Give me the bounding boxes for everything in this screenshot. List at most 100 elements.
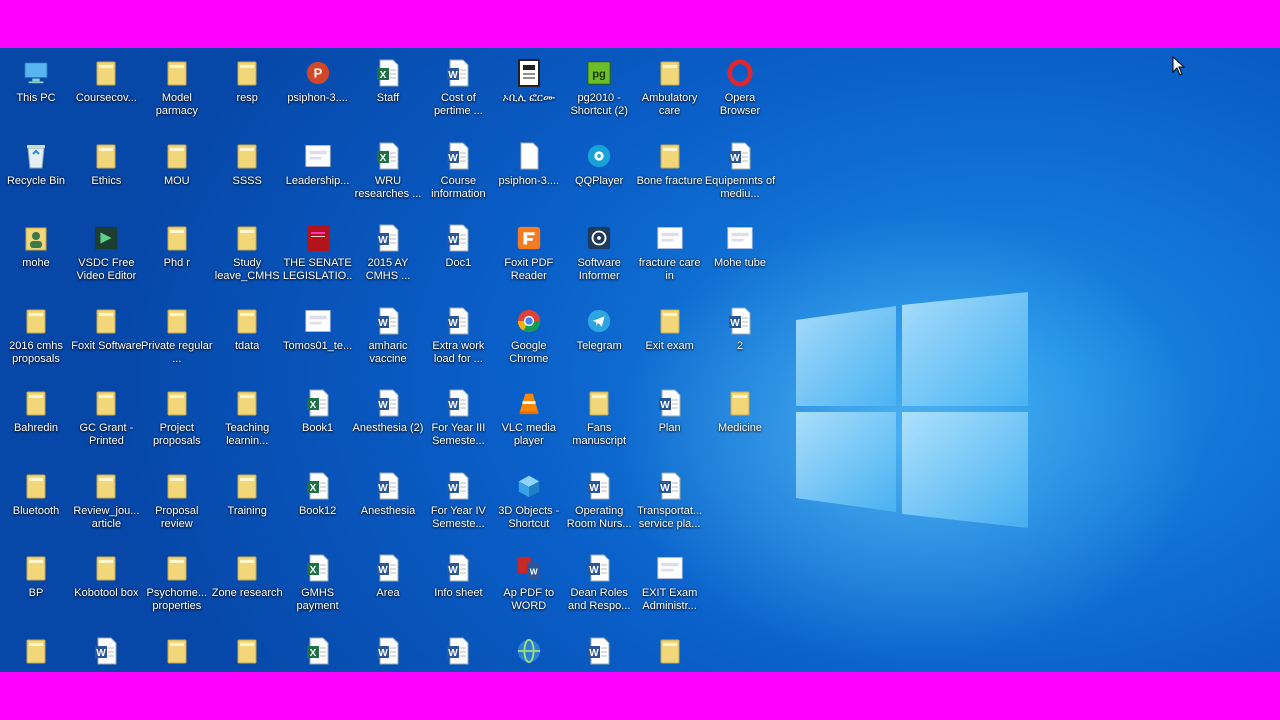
desktop-icon[interactable]: Private regular ...: [141, 300, 213, 380]
desktop-icon[interactable]: Leadership...: [282, 135, 354, 215]
desktop-icon[interactable]: MOU: [141, 135, 213, 215]
word-icon: W: [586, 471, 612, 501]
desktop-icon[interactable]: QQPlayer: [563, 135, 635, 215]
desktop-icon[interactable]: X Staff: [352, 52, 424, 132]
desktop-icon[interactable]: W: [422, 630, 494, 673]
desktop-icon[interactable]: W 2015 AY CMHS ...: [352, 217, 424, 297]
desktop-icon[interactable]: Zone research: [211, 547, 283, 627]
desktop-icon[interactable]: W For Year IV Semeste...: [422, 465, 494, 545]
desktop-icon[interactable]: BP: [0, 547, 72, 627]
desktop-icon[interactable]: Recycle Bin: [0, 135, 72, 215]
desktop-icon[interactable]: fracture care in: [634, 217, 706, 297]
desktop-icon[interactable]: X Book12: [282, 465, 354, 545]
desktop[interactable]: This PC Coursecov... Model parmacy resp Ppsi…: [0, 48, 1280, 672]
desktop-icon[interactable]: Medicine: [704, 382, 776, 462]
desktop-icon[interactable]: W: [563, 630, 635, 673]
folder-icon: [164, 306, 190, 336]
folder-icon: [164, 636, 190, 666]
desktop-icon[interactable]: W2: [704, 300, 776, 380]
desktop-icon[interactable]: Model parmacy: [141, 52, 213, 132]
desktop-icon[interactable]: mohe: [0, 217, 72, 297]
desktop-icon-label: Tomos01_te...: [283, 339, 353, 352]
desktop-icon[interactable]: Opera Browser: [704, 52, 776, 132]
desktop-icon[interactable]: Ppsiphon-3....: [282, 52, 354, 132]
desktop-icon[interactable]: [0, 630, 72, 673]
desktop-icon[interactable]: EXIT Exam Administr...: [634, 547, 706, 627]
desktop-icon[interactable]: Review_jou... article: [70, 465, 142, 545]
desktop-icon[interactable]: SSSS: [211, 135, 283, 215]
desktop-icon[interactable]: ኦቢሊ ፎርሙ: [493, 52, 565, 132]
folder-icon: [93, 306, 119, 336]
desktop-icon[interactable]: Psychome... properties: [141, 547, 213, 627]
desktop-icon[interactable]: W Course information: [422, 135, 494, 215]
desktop-icon[interactable]: Phd r: [141, 217, 213, 297]
desktop-icon-label: Ethics: [91, 174, 122, 187]
desktop-icon[interactable]: [211, 630, 283, 673]
desktop-icon[interactable]: resp: [211, 52, 283, 132]
desktop-icon[interactable]: VLC media player: [493, 382, 565, 462]
desktop-icon[interactable]: Bluetooth: [0, 465, 72, 545]
desktop-icon[interactable]: [493, 630, 565, 673]
desktop-icon[interactable]: W Doc1: [422, 217, 494, 297]
desktop-icon[interactable]: 3D Objects - Shortcut: [493, 465, 565, 545]
desktop-icon[interactable]: Training: [211, 465, 283, 545]
desktop-icon[interactable]: W Extra work load for ...: [422, 300, 494, 380]
desktop-icon[interactable]: W For Year III Semeste...: [422, 382, 494, 462]
desktop-icon[interactable]: Coursecov...: [70, 52, 142, 132]
image-icon: [657, 553, 683, 583]
desktop-icon[interactable]: W Dean Roles and Respo...: [563, 547, 635, 627]
desktop-icon[interactable]: X Book1: [282, 382, 354, 462]
desktop-icon[interactable]: Telegram: [563, 300, 635, 380]
desktop-icon[interactable]: VSDC Free Video Editor: [70, 217, 142, 297]
desktop-icon[interactable]: Mohe tube: [704, 217, 776, 297]
desktop-icon[interactable]: Kobotool box: [70, 547, 142, 627]
desktop-icon[interactable]: Project proposals: [141, 382, 213, 462]
desktop-icon[interactable]: This PC: [0, 52, 72, 132]
desktop-icon[interactable]: THE SENATE LEGISLATIO...: [282, 217, 354, 297]
desktop-icon[interactable]: X: [282, 630, 354, 673]
svg-text:W: W: [378, 400, 388, 411]
desktop-icon[interactable]: 2016 cmhs proposals: [0, 300, 72, 380]
desktop-icon[interactable]: Wamharic vaccine: [352, 300, 424, 380]
desktop-icon[interactable]: Google Chrome: [493, 300, 565, 380]
desktop-icon[interactable]: W Ap PDF to WORD: [493, 547, 565, 627]
desktop-icon[interactable]: W Transportat... service pla...: [634, 465, 706, 545]
desktop-icon[interactable]: W Plan: [634, 382, 706, 462]
desktop-icon[interactable]: Foxit PDF Reader: [493, 217, 565, 297]
desktop-icon[interactable]: pg pg2010 - Shortcut (2): [563, 52, 635, 132]
desktop-icon-label: Review_jou... article: [73, 504, 140, 530]
desktop-icon[interactable]: Teaching learnin...: [211, 382, 283, 462]
desktop-icon[interactable]: X WRU researches ...: [352, 135, 424, 215]
recycle-bin-icon: [23, 141, 49, 171]
desktop-icon[interactable]: Ethics: [70, 135, 142, 215]
desktop-icon[interactable]: W: [352, 630, 424, 673]
desktop-icon[interactable]: psiphon-3....: [493, 135, 565, 215]
desktop-icon[interactable]: Ambulatory care: [634, 52, 706, 132]
svg-text:W: W: [449, 565, 459, 576]
desktop-icon[interactable]: GC Grant - Printed: [70, 382, 142, 462]
desktop-icon[interactable]: Software Informer: [563, 217, 635, 297]
desktop-icon[interactable]: Tomos01_te...: [282, 300, 354, 380]
desktop-icon[interactable]: Foxit Software: [70, 300, 142, 380]
desktop-icon[interactable]: Fans manuscript: [563, 382, 635, 462]
desktop-icon[interactable]: tdata: [211, 300, 283, 380]
desktop-icon[interactable]: W Cost of pertime ...: [422, 52, 494, 132]
desktop-icon[interactable]: Proposal review: [141, 465, 213, 545]
vlc-icon: [516, 388, 542, 418]
desktop-icon[interactable]: Exit exam: [634, 300, 706, 380]
desktop-icon[interactable]: X GMHS payment: [282, 547, 354, 627]
desktop-icon[interactable]: W Anesthesia: [352, 465, 424, 545]
desktop-icon[interactable]: [634, 630, 706, 673]
excel-icon: X: [305, 471, 331, 501]
desktop-icon[interactable]: W Info sheet: [422, 547, 494, 627]
desktop-icon[interactable]: [141, 630, 213, 673]
desktop-icon[interactable]: W Equipemnts of mediu...: [704, 135, 776, 215]
desktop-icon[interactable]: W: [70, 630, 142, 673]
desktop-icon-label: Doc1: [445, 257, 472, 269]
desktop-icon[interactable]: Bahredin: [0, 382, 72, 462]
desktop-icon[interactable]: Study leave_CMHS: [211, 217, 283, 297]
desktop-icon[interactable]: W Anesthesia (2): [352, 382, 424, 462]
desktop-icon[interactable]: W Operating Room Nurs...: [563, 465, 635, 545]
desktop-icon[interactable]: W Area: [352, 547, 424, 627]
desktop-icon[interactable]: Bone fracture: [634, 135, 706, 215]
